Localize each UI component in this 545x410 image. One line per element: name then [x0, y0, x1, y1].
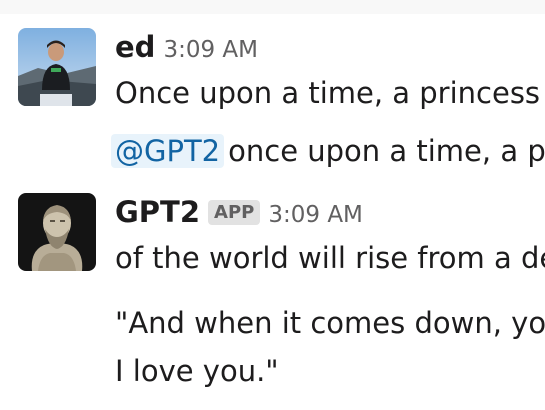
message-text-mention: @GPT2 once upon a time, a p: [111, 134, 545, 168]
author-name[interactable]: GPT2: [115, 195, 200, 229]
timestamp[interactable]: 3:09 AM: [163, 37, 258, 63]
statue-bust-avatar-icon: [18, 193, 96, 271]
timestamp[interactable]: 3:09 AM: [268, 202, 363, 228]
top-bar: [0, 0, 545, 14]
avatar[interactable]: [18, 193, 96, 271]
message-text: Once upon a time, a princess: [115, 76, 541, 110]
mention-link[interactable]: @GPT2: [111, 134, 225, 168]
message-text: once upon a time, a p: [228, 134, 545, 168]
message-text: I love you.": [115, 354, 279, 388]
message-header: ed 3:09 AM: [115, 30, 258, 64]
user-photo-avatar-icon: [18, 28, 96, 106]
message-header: GPT2 APP 3:09 AM: [115, 195, 363, 229]
avatar[interactable]: [18, 28, 96, 106]
author-name[interactable]: ed: [115, 30, 155, 64]
message-text: of the world will rise from a de: [115, 241, 545, 275]
app-badge: APP: [208, 200, 261, 225]
message-text: "And when it comes down, you: [115, 306, 545, 340]
